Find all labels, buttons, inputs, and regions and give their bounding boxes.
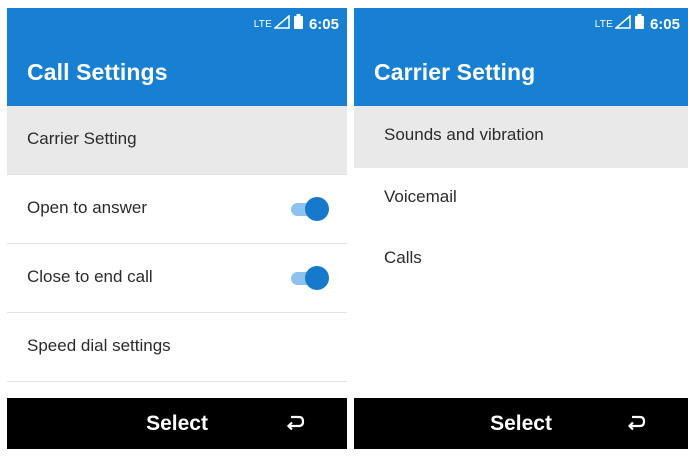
- list-item-label: Sounds and vibration: [384, 125, 544, 144]
- toggle-thumb: [305, 197, 329, 221]
- list-item-label: Voicemail: [384, 187, 457, 206]
- battery-icon: [293, 14, 303, 34]
- list-item-label: Open to answer: [27, 198, 148, 217]
- list-item-label: Close to end call: [27, 267, 153, 286]
- list-item-open-to-answer[interactable]: Open to answer: [7, 175, 347, 244]
- status-indicators: LTE 6:05: [253, 13, 339, 34]
- clock: 6:05: [649, 15, 680, 33]
- app-bar: Call Settings: [7, 39, 347, 106]
- list-item-close-to-end-call[interactable]: Close to end call: [7, 244, 347, 313]
- status-bar: LTE 6:05: [7, 8, 347, 39]
- battery-icon: [634, 14, 644, 34]
- softkey-bar: Select: [354, 398, 688, 449]
- softkey-bar: Select: [7, 398, 347, 449]
- call-settings-screen: LTE 6:05 Call Settings Carrier Setting O…: [7, 8, 347, 449]
- signal-icon: [272, 13, 290, 34]
- list-item-calls[interactable]: Calls: [354, 229, 688, 290]
- list-item-carrier-setting[interactable]: Carrier Setting: [7, 106, 347, 175]
- list-item-label: Calls: [384, 248, 422, 267]
- open-to-answer-toggle[interactable]: [289, 197, 329, 221]
- clock: 6:05: [308, 15, 339, 33]
- list-item-speed-dial-settings[interactable]: Speed dial settings: [7, 313, 347, 382]
- page-title: Carrier Setting: [374, 59, 536, 85]
- screenshot-stage: LTE 6:05 Call Settings Carrier Setting O…: [0, 0, 688, 457]
- list-item-label: Carrier Setting: [27, 129, 137, 148]
- network-type: LTE: [253, 18, 272, 30]
- back-icon[interactable]: [285, 414, 305, 432]
- app-bar: Carrier Setting: [354, 39, 688, 106]
- status-indicators: LTE 6:05: [594, 13, 680, 34]
- back-icon[interactable]: [626, 414, 646, 432]
- list-item-voicemail[interactable]: Voicemail: [354, 168, 688, 229]
- network-type: LTE: [594, 18, 613, 30]
- list-item-sounds-and-vibration[interactable]: Sounds and vibration: [354, 106, 688, 168]
- toggle-thumb: [305, 266, 329, 290]
- close-to-end-call-toggle[interactable]: [289, 266, 329, 290]
- carrier-setting-screen: LTE 6:05 Carrier Setting Sounds and vibr…: [354, 8, 688, 449]
- page-title: Call Settings: [27, 59, 168, 85]
- status-bar: LTE 6:05: [354, 8, 688, 39]
- settings-list: Carrier Setting Open to answer Close to …: [7, 106, 347, 382]
- carrier-settings-list: Sounds and vibration Voicemail Calls: [354, 106, 688, 290]
- list-item-label: Speed dial settings: [27, 336, 171, 355]
- signal-icon: [613, 13, 631, 34]
